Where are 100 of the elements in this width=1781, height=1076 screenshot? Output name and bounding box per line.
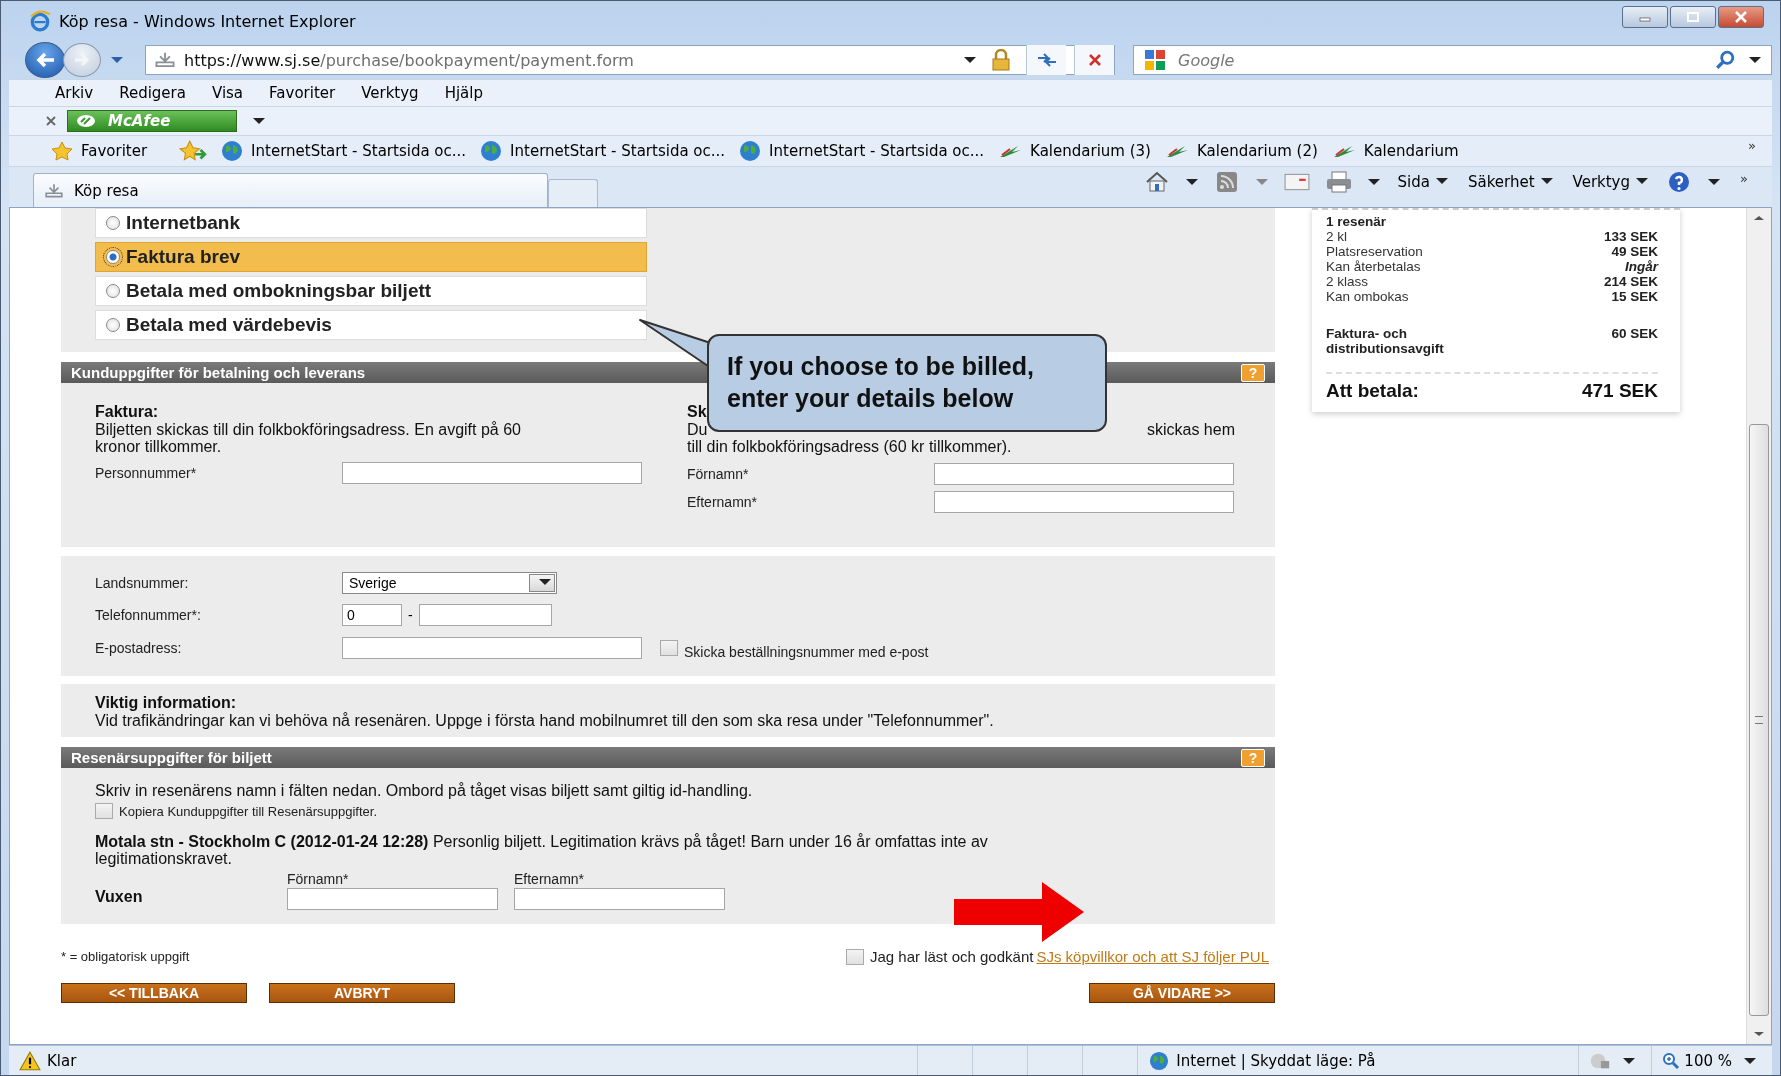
- payment-option[interactable]: Faktura brev: [95, 242, 647, 272]
- print-icon[interactable]: [1325, 171, 1352, 193]
- favorite-link[interactable]: Kalendarium (2): [1164, 142, 1318, 160]
- checkbox[interactable]: [95, 803, 113, 819]
- globe-icon: [221, 140, 244, 162]
- command-menu[interactable]: Säkerhet: [1459, 173, 1561, 191]
- stop-icon: [1086, 52, 1103, 68]
- check-icon: [76, 114, 96, 128]
- payment-option[interactable]: Internetbank: [95, 208, 647, 238]
- close-icon[interactable]: [45, 115, 57, 127]
- back-button[interactable]: [25, 42, 65, 78]
- menu-item[interactable]: Visa: [201, 82, 254, 104]
- menu-item[interactable]: Arkiv: [45, 82, 104, 104]
- close-button[interactable]: [1718, 6, 1764, 28]
- overflow-chevron[interactable]: »: [1748, 138, 1756, 153]
- payment-option[interactable]: Betala med värdebevis: [95, 310, 647, 340]
- minimize-button[interactable]: [1622, 6, 1668, 28]
- terms-link[interactable]: SJs köpvillkor och att SJ följer PUL: [1036, 948, 1269, 965]
- caret-icon[interactable]: [1185, 179, 1198, 185]
- back-button[interactable]: << TILLBAKA: [61, 983, 247, 1003]
- last-name-field[interactable]: [514, 888, 725, 910]
- menu-item[interactable]: Verktyg: [351, 82, 429, 104]
- field-label: Efternamn*: [514, 871, 586, 887]
- caret-icon[interactable]: [253, 118, 265, 124]
- star-icon: [51, 141, 73, 161]
- caret-icon[interactable]: [1623, 1057, 1636, 1064]
- first-name-field[interactable]: [287, 888, 498, 910]
- area-code-field[interactable]: 0: [342, 604, 402, 626]
- caret-icon: [1636, 178, 1649, 184]
- traveler-type: Vuxen: [95, 888, 144, 906]
- country-dropdown[interactable]: Sverige: [342, 572, 557, 594]
- globe-icon: [1148, 1050, 1171, 1071]
- phone-field[interactable]: [418, 604, 552, 626]
- overflow-chevron[interactable]: »: [1740, 171, 1748, 186]
- caret-icon: [1540, 178, 1553, 184]
- browser-tab[interactable]: Köp resa: [33, 173, 548, 207]
- command-menu[interactable]: Sida: [1389, 173, 1456, 191]
- add-favorite-icon[interactable]: [179, 140, 208, 162]
- lock-icon[interactable]: [990, 49, 1012, 71]
- feather-icon: [998, 143, 1023, 159]
- caret-icon[interactable]: [1749, 57, 1761, 63]
- invoice-description: Biljetten skickas till din folkbokföringsadress. En avgift på 60 kronor tillkommer.: [95, 421, 522, 455]
- field-label: Telefonnummer*:: [95, 607, 202, 623]
- price-label: 2 klass: [1326, 274, 1369, 289]
- favorite-link[interactable]: InternetStart - Startsida oc...: [221, 140, 467, 162]
- dropdown-button[interactable]: [529, 574, 555, 592]
- refresh-button[interactable]: [1026, 45, 1066, 75]
- required-note: * = obligatorisk uppgift: [61, 949, 190, 964]
- scroll-thumb[interactable]: [1749, 424, 1769, 1016]
- fee-amount: 60 SEK: [1611, 326, 1658, 343]
- menu-item[interactable]: Hjälp: [434, 82, 493, 104]
- caret-icon[interactable]: [1367, 179, 1380, 185]
- command-menu[interactable]: Verktyg: [1564, 173, 1657, 191]
- favorite-link[interactable]: Kalendarium (3): [998, 142, 1151, 160]
- total-label: Att betala:: [1326, 380, 1419, 402]
- delivery-description: Du: [687, 421, 708, 438]
- stop-button[interactable]: [1074, 45, 1114, 75]
- price-label: Kan återbetalas: [1326, 259, 1421, 274]
- favorite-link[interactable]: Kalendarium: [1331, 142, 1459, 160]
- price-amount: 15 SEK: [1611, 289, 1658, 304]
- scroll-down-icon[interactable]: [1754, 1032, 1764, 1036]
- text-field[interactable]: [934, 491, 1234, 513]
- terms-checkbox[interactable]: [845, 948, 864, 965]
- payment-option[interactable]: Betala med ombokningsbar biljett: [95, 276, 647, 306]
- scrollbar[interactable]: [1746, 208, 1771, 1044]
- search-box[interactable]: Google: [1133, 45, 1772, 75]
- checkbox[interactable]: [660, 640, 678, 656]
- text-field[interactable]: [342, 462, 642, 484]
- favorite-link[interactable]: InternetStart - Startsida oc...: [739, 140, 985, 162]
- forward-button[interactable]: [63, 43, 101, 77]
- search-provider-icon: [1142, 49, 1168, 71]
- delivery-description: skickas hem: [1146, 421, 1235, 438]
- caret-icon[interactable]: [1708, 179, 1721, 185]
- caret-icon[interactable]: [1744, 1057, 1756, 1064]
- callout-text: If you choose to be billed, enter your details below: [727, 352, 1034, 412]
- menu-item[interactable]: Redigera: [109, 82, 196, 104]
- zoom-button[interactable]: 100 %: [1662, 1051, 1732, 1070]
- refresh-icon: [1035, 52, 1058, 68]
- next-button[interactable]: GÅ VIDARE >>: [1089, 983, 1275, 1003]
- favorites-button[interactable]: Favoriter: [51, 141, 148, 161]
- field-label: Personnummer*: [95, 465, 198, 481]
- status-text: Klar: [47, 1051, 77, 1070]
- address-field[interactable]: https://www.sj.se/purchase/bookpayment/payment.form: [145, 45, 1115, 75]
- search-icon[interactable]: [1715, 50, 1735, 70]
- cancel-button[interactable]: AVBRYT: [269, 983, 455, 1003]
- price-label: Kan ombokas: [1326, 289, 1409, 304]
- email-field[interactable]: [342, 637, 642, 659]
- delivery-heading: Sk: [687, 403, 708, 421]
- mail-icon[interactable]: [1283, 171, 1310, 193]
- scroll-up-icon[interactable]: [1754, 216, 1764, 220]
- menu-item[interactable]: Favoriter: [259, 82, 346, 104]
- favorite-link[interactable]: InternetStart - Startsida oc...: [480, 140, 726, 162]
- maximize-button[interactable]: [1670, 6, 1716, 28]
- info-text: Vid trafikändringar kan vi behöva nå resenären. Uppge i första hand mobilnumret till den som ska resa under "Telefonnummer".: [95, 712, 995, 729]
- globe-icon: [480, 140, 503, 162]
- search-field[interactable]: Google: [1176, 49, 1707, 71]
- caret-icon[interactable]: [964, 57, 976, 63]
- page-icon: [44, 182, 64, 199]
- price-amount: Ingår: [1625, 259, 1658, 274]
- text-field[interactable]: [934, 463, 1234, 485]
